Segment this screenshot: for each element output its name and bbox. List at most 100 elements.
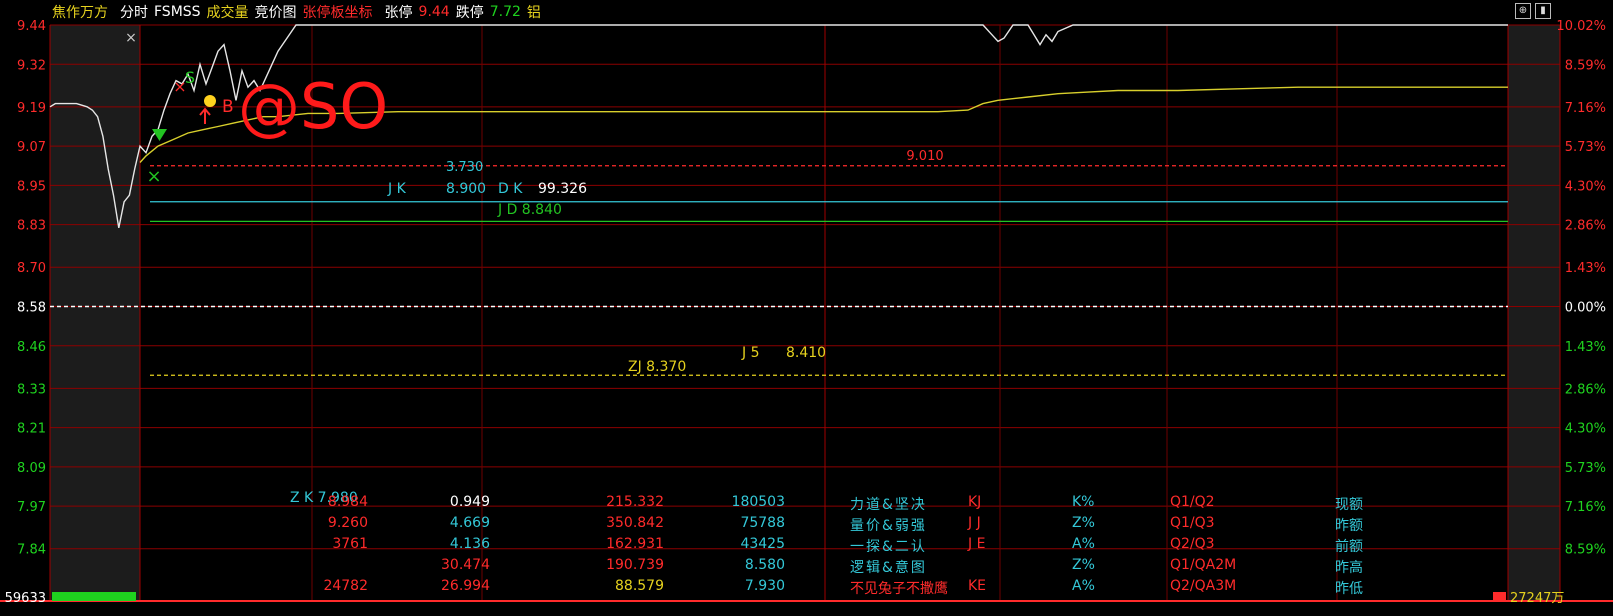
indicator-c3: Q2/Q3 — [1170, 536, 1215, 552]
percent-tick-label: 5.73% — [1565, 461, 1606, 476]
price-axis: 9.44 9.32 9.19 9.07 8.95 8.83 8.70 8.58 8.46 8.33… — [17, 19, 46, 558]
price-tick-label: 9.44 — [17, 19, 46, 34]
price-tick-label: 8.21 — [17, 422, 46, 437]
indicator-title: 力道&坚决 — [850, 497, 927, 513]
indicator-c3: Q1/Q3 — [1170, 515, 1215, 531]
price-tick-label: 8.58 — [17, 301, 46, 316]
indicator-c1: KE — [968, 578, 987, 594]
indicator-c2v: 4.136 — [449, 536, 490, 552]
annotation-label: 99.326 — [538, 181, 587, 197]
percent-tick-label: 1.43% — [1565, 261, 1606, 276]
percent-tick-label: 8.59% — [1565, 58, 1606, 73]
percent-tick-label: 5.73% — [1565, 140, 1606, 155]
indicator-c3v: 162.931 — [606, 536, 664, 552]
close-x-icon: × — [125, 30, 137, 46]
premarket-right — [1508, 25, 1560, 601]
annotation-label: 8.900 — [446, 181, 486, 197]
annotation-label: J 5 — [741, 345, 760, 361]
annotation-label: ZJ 8.370 — [628, 359, 686, 375]
price-tick-label: 8.70 — [17, 261, 46, 276]
sell-signal-icon: S — [185, 68, 195, 87]
indicator-c1v: 9.260 — [327, 515, 368, 531]
indicator-c4: 昨高 — [1335, 560, 1363, 576]
indicator-c4: 昨额 — [1335, 518, 1363, 534]
price-tick-label: 8.95 — [17, 179, 46, 194]
indicator-c4v: 8.580 — [744, 557, 785, 573]
price-tick-label: 9.32 — [17, 58, 46, 73]
indicator-title: 逻辑&意图 — [850, 560, 927, 576]
indicator-c4v: 7.930 — [744, 578, 785, 594]
percent-tick-label: 10.02% — [1556, 19, 1606, 34]
annotation-label: @SO — [238, 70, 388, 143]
percent-tick-label: 8.59% — [1565, 543, 1606, 558]
reference-lines: 9.010 — [50, 149, 1508, 376]
indicator-c2: A% — [1072, 536, 1095, 552]
indicator-c4v: 180503 — [731, 494, 785, 510]
indicator-c4v: 75788 — [740, 515, 785, 531]
signal-markers: ××S — [146, 68, 216, 187]
annotation-label: D K — [498, 181, 523, 197]
price-tick-label: 9.07 — [17, 140, 46, 155]
percent-tick-label: 7.16% — [1565, 101, 1606, 116]
indicator-c4: 前额 — [1335, 539, 1363, 555]
percent-tick-label: 2.86% — [1565, 219, 1606, 234]
percent-tick-label: 2.86% — [1565, 382, 1606, 397]
price-tick-label: 8.46 — [17, 340, 46, 355]
indicator-c3: Q1/Q2 — [1170, 494, 1215, 510]
volume-bar-last — [1493, 592, 1506, 601]
indicator-c3: Q1/QA2M — [1170, 557, 1237, 573]
up-arrow-icon — [199, 107, 211, 124]
indicator-c4v: 43425 — [740, 536, 785, 552]
indicator-c1v: 24782 — [323, 578, 368, 594]
indicator-c2: A% — [1072, 578, 1095, 594]
price-tick-label: 7.84 — [17, 543, 46, 558]
annotation-label: 8.410 — [786, 345, 826, 361]
volume-right-label: 27247万 — [1510, 591, 1564, 606]
indicator-title: 量价&弱强 — [850, 518, 927, 534]
indicator-c3: Q2/QA3M — [1170, 578, 1237, 594]
percent-tick-label: 7.16% — [1565, 500, 1606, 515]
percent-tick-label: 4.30% — [1565, 179, 1606, 194]
indicator-c4: 现额 — [1335, 497, 1363, 513]
indicator-c2v: 4.669 — [449, 515, 490, 531]
indicator-c1v: 8.984 — [327, 494, 368, 510]
indicator-c2v: 30.474 — [441, 557, 490, 573]
indicator-c1: J J — [968, 515, 981, 531]
price-tick-label: 7.97 — [17, 500, 46, 515]
indicator-c3v: 350.842 — [606, 515, 664, 531]
percent-axis: 10.02% 8.59% 7.16% 5.73% 4.30% 2.86% 1.43% 0.00… — [1556, 19, 1606, 558]
indicator-c2v: 26.994 — [441, 578, 490, 594]
volume-bars-premarket — [52, 592, 136, 601]
indicator-c2v: 0.949 — [449, 494, 490, 510]
indicator-c3v: 215.332 — [606, 494, 664, 510]
percent-tick-label: 4.30% — [1565, 422, 1606, 437]
price-tick-label: 8.83 — [17, 219, 46, 234]
indicator-c4: 昨低 — [1335, 581, 1363, 597]
indicator-c2: Z% — [1072, 515, 1095, 531]
annotation-label: J D 8.840 — [497, 202, 562, 218]
indicator-title: 不见兔子不撒鹰 — [850, 581, 948, 597]
annotation-label: 3.730 — [446, 160, 483, 175]
premarket-left — [50, 25, 140, 601]
signal-dot-icon — [204, 95, 216, 107]
percent-tick-label: 0.00% — [1565, 301, 1606, 316]
indicator-title: 一探&二认 — [850, 539, 927, 555]
annotation-label: J K — [387, 181, 407, 197]
percent-tick-label: 1.43% — [1565, 340, 1606, 355]
buy-signal-icon — [152, 129, 167, 141]
indicator-c3v: 190.739 — [606, 557, 664, 573]
intraday-chart[interactable]: 9.010 9.44 9.32 9.19 9.07 8.95 8.83 8.70 8.58 8.… — [0, 0, 1613, 616]
indicator-c2: Z% — [1072, 557, 1095, 573]
price-tick-label: 9.19 — [17, 101, 46, 116]
indicator-labels: 3.730 J K 8.900 D K 99.326 J D 8.840 ZJ 8.370 J… — [125, 30, 826, 506]
indicator-c1: J E — [968, 536, 986, 552]
cross-marker-green-icon: × — [146, 166, 161, 187]
annotation-label: B — [222, 97, 234, 117]
indicator-c1v: 3761 — [332, 536, 368, 552]
volume-left-label: 59633 — [5, 591, 46, 606]
indicator-c1: KJ — [968, 494, 982, 510]
price-tick-label: 8.33 — [17, 382, 46, 397]
indicator-c2: K% — [1072, 494, 1095, 510]
indicator-c3v: 88.579 — [615, 578, 664, 594]
reference-line-label: 9.010 — [906, 149, 943, 164]
